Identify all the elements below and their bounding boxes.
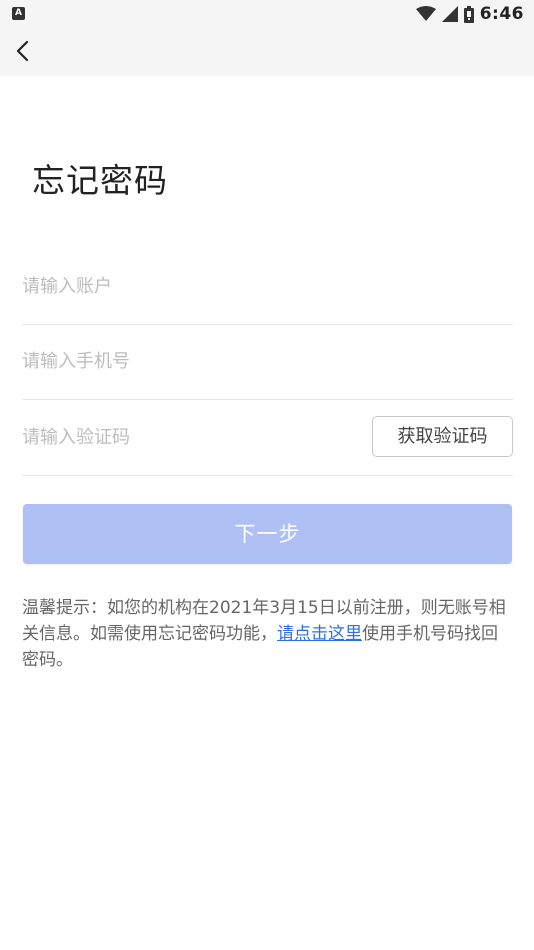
phone-field: [22, 324, 513, 400]
clock: 6:46: [479, 4, 524, 24]
phone-input[interactable]: [22, 324, 352, 398]
battery-icon: [463, 5, 474, 23]
back-button[interactable]: [10, 36, 38, 66]
tip-text: 温馨提示：如您的机构在2021年3月15日以前注册，则无账号相关信息。如需使用忘…: [22, 595, 514, 673]
page-title: 忘记密码: [32, 161, 168, 200]
click-here-link[interactable]: 请点击这里: [277, 624, 362, 644]
account-input[interactable]: [22, 249, 352, 323]
notification-icon: A: [12, 7, 25, 20]
get-code-button[interactable]: 获取验证码: [372, 416, 513, 457]
verification-code-field: 获取验证码: [22, 400, 513, 476]
status-indicators: 6:46: [415, 4, 524, 24]
app-header: A 6:46: [0, 0, 534, 76]
account-field: [22, 249, 513, 325]
cellular-signal-icon: [441, 6, 458, 22]
chevron-left-icon: [16, 40, 29, 62]
wifi-icon: [415, 6, 436, 21]
status-bar: A 6:46: [0, 0, 534, 28]
next-step-button[interactable]: 下一步: [23, 504, 512, 564]
verification-code-input[interactable]: [22, 400, 352, 474]
